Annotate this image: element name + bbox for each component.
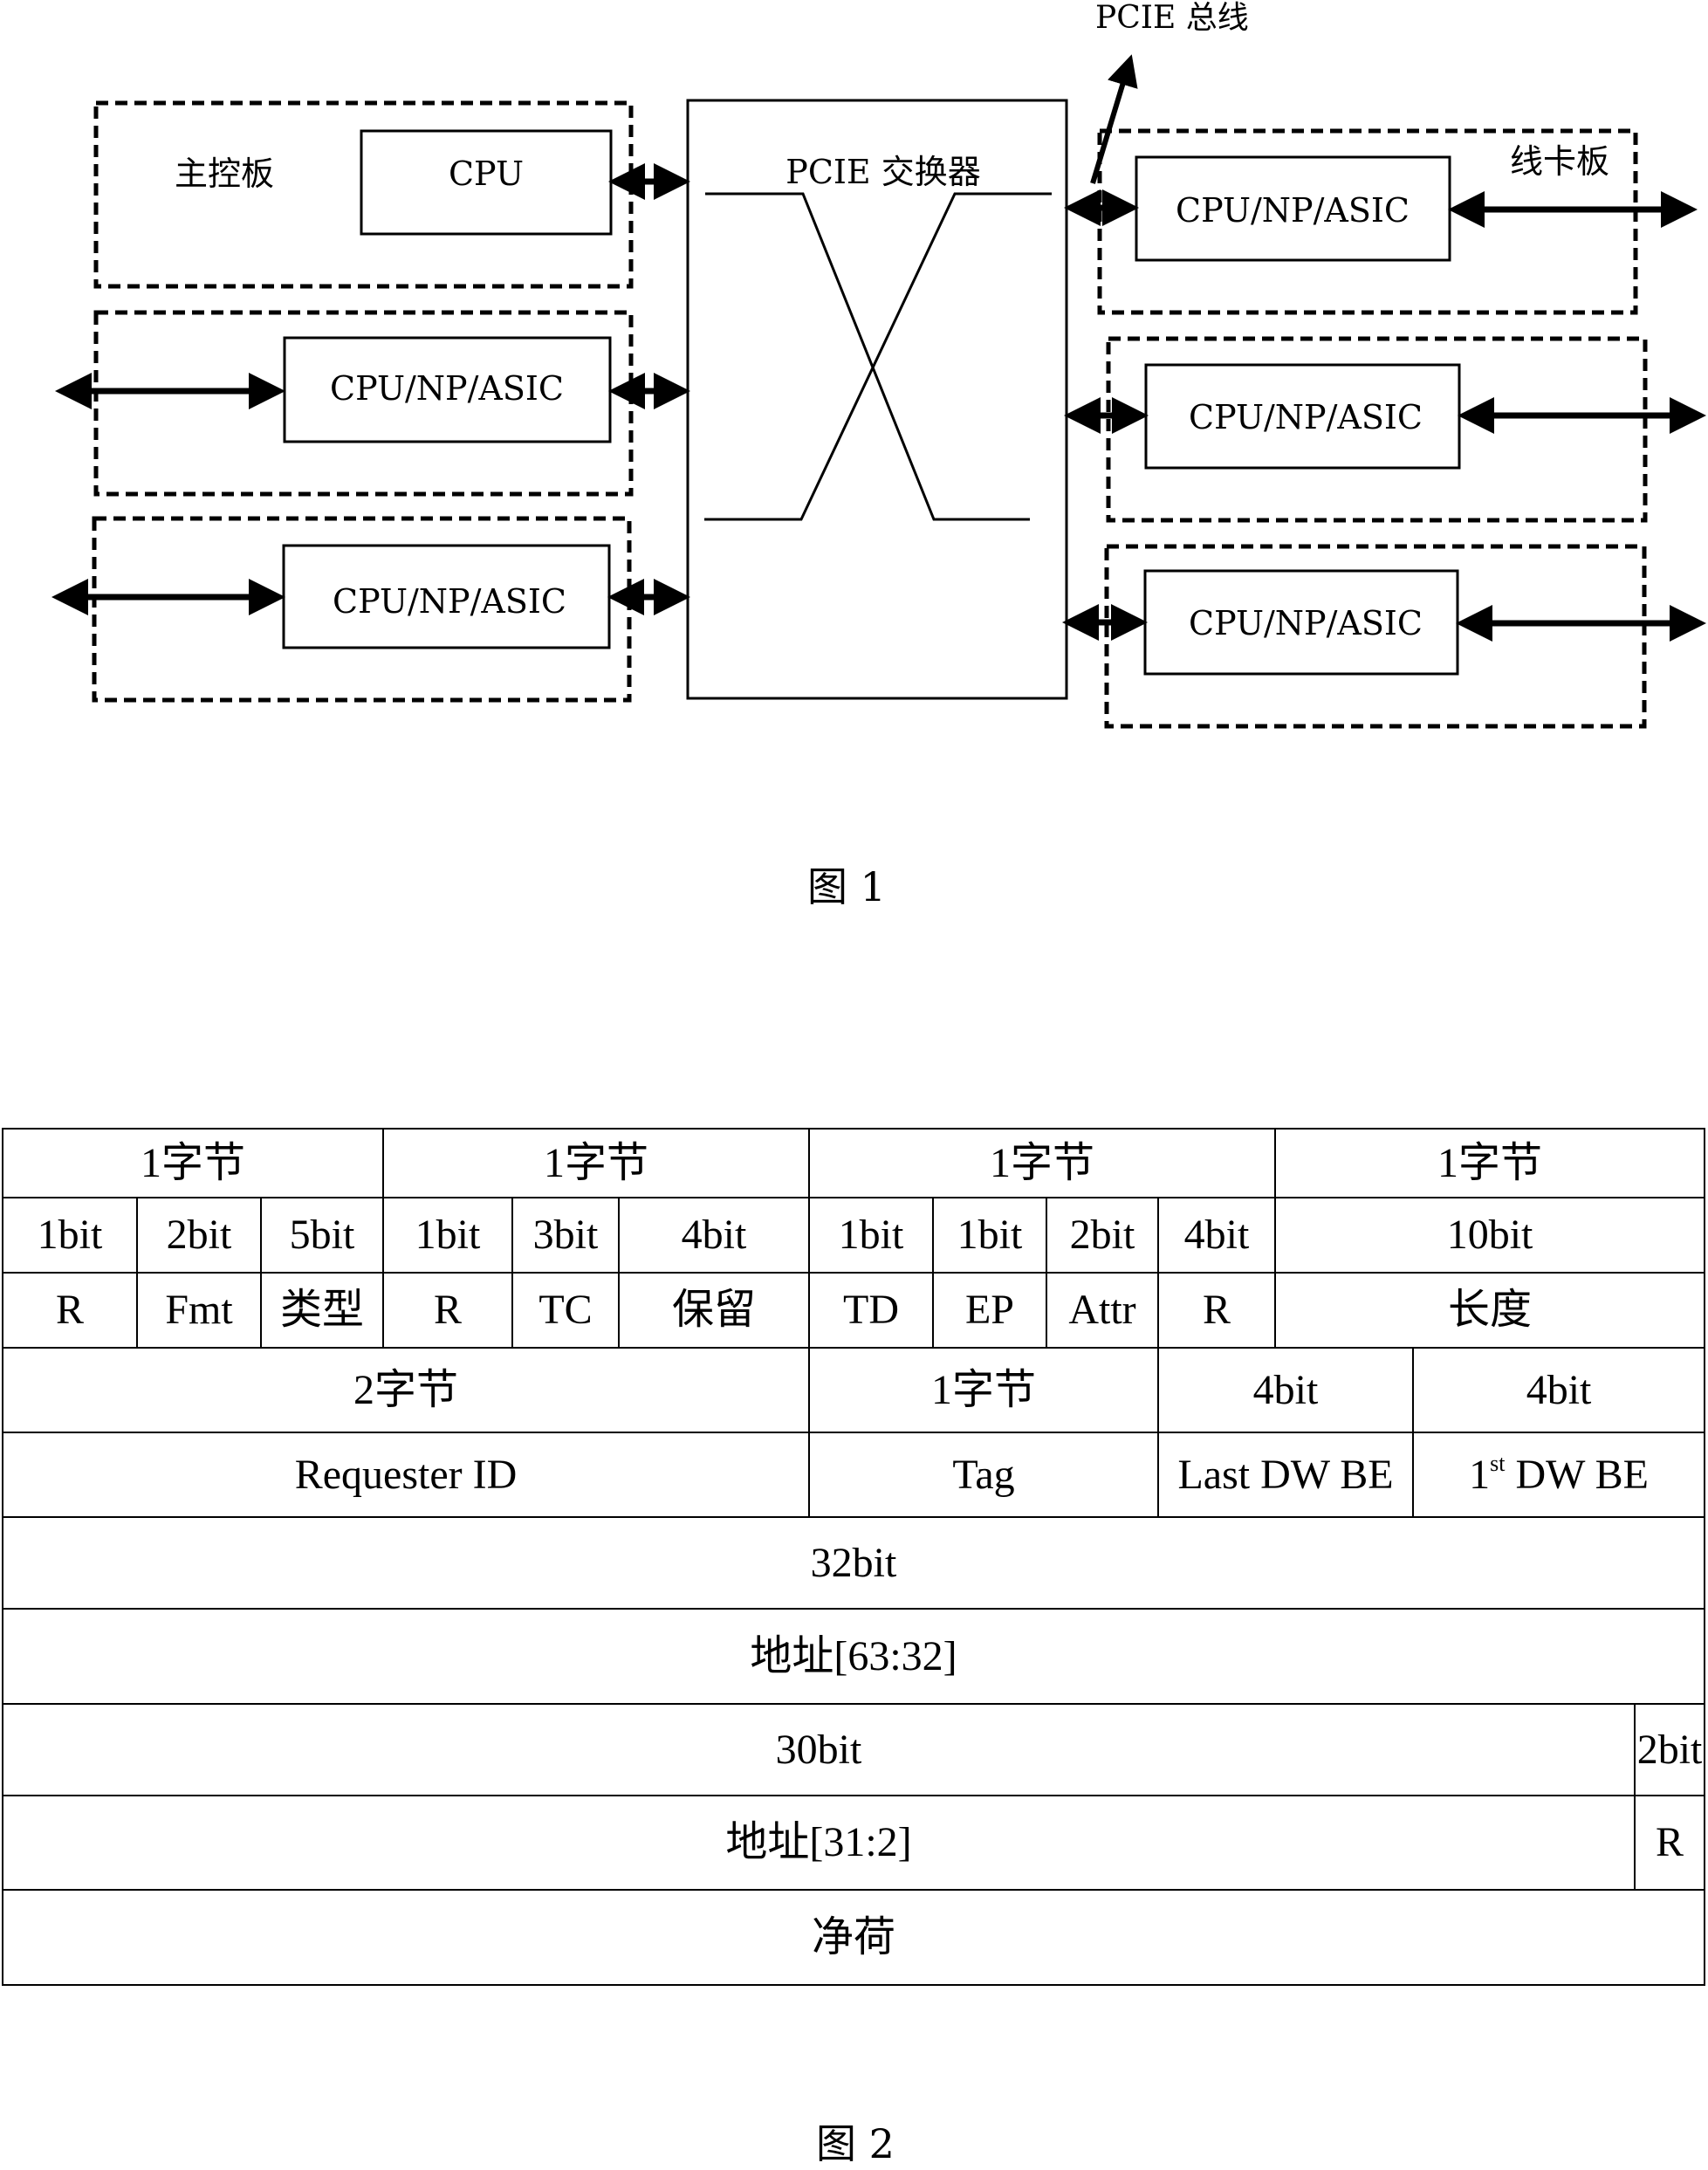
cell-byte-group-2: 1字节 <box>382 1128 810 1198</box>
cell-bits: 4bit <box>618 1197 810 1274</box>
cell-field: EP <box>932 1272 1047 1349</box>
cell-bits: 1bit <box>808 1197 934 1274</box>
cell-address-high: 地址[63:32] <box>1 1608 1706 1705</box>
cell-bits: 1bit <box>932 1197 1047 1274</box>
left-board-2: CPU/NP/ASIC <box>55 310 690 497</box>
switch-crossbar-line-2 <box>704 192 1052 521</box>
pcie-switch-label: PCIE 交换器 <box>785 153 980 191</box>
cell-bits: 10bit <box>1274 1197 1706 1274</box>
table-row-addr-low: 地址[31:2] R <box>1 1795 1706 1891</box>
cell-field: Fmt <box>136 1272 262 1349</box>
tlp-header-table-figure: 1字节 1字节 1字节 1字节 1bit 2bit 5bit 1bit 3bit… <box>1 1128 1706 1986</box>
table-row-field-names: R Fmt 类型 R TC 保留 TD EP Attr R 长度 <box>2 1272 1706 1349</box>
cell-tag: Tag <box>808 1432 1159 1518</box>
left-chip-2-label: CPU/NP/ASIC <box>330 369 564 408</box>
cell-field: Attr <box>1046 1272 1159 1349</box>
cell-size: 1字节 <box>808 1347 1159 1433</box>
table-row-payload: 净荷 <box>1 1889 1706 1986</box>
cell-field: 保留 <box>618 1272 810 1349</box>
cell-bits: 2bit <box>1046 1197 1159 1274</box>
cell-field: 长度 <box>1274 1272 1706 1349</box>
right-chip-3-label: CPU/NP/ASIC <box>1189 604 1423 642</box>
pcie-bus-label: PCIE 总线 <box>1095 0 1249 36</box>
cell-byte-group-1: 1字节 <box>2 1128 384 1198</box>
main-cpu-label: CPU <box>449 155 524 193</box>
line-card-board-3: CPU/NP/ASIC <box>1062 544 1706 729</box>
cell-byte-group-4: 1字节 <box>1274 1128 1706 1198</box>
cell-first-dw-be: 1st DW BE <box>1412 1432 1706 1518</box>
cell-byte-group-3: 1字节 <box>807 1128 1277 1198</box>
cell-size: 4bit <box>1412 1347 1706 1433</box>
table-row-dw1-sizes: 2字节 1字节 4bit 4bit <box>2 1347 1706 1433</box>
main-board-label: 主控板 <box>175 155 274 193</box>
cell-size: 30bit <box>1 1703 1636 1796</box>
table-row-addr-low-size: 30bit 2bit <box>1 1703 1706 1796</box>
figure-2-caption: 图 2 <box>816 2120 895 2167</box>
first-dw-be-text: DW BE <box>1505 1451 1649 1498</box>
cell-size: 4bit <box>1156 1347 1415 1433</box>
cell-field: R <box>1156 1272 1277 1349</box>
cell-field: R <box>382 1272 513 1349</box>
table-row-byte-groups: 1字节 1字节 1字节 1字节 <box>2 1128 1706 1198</box>
cell-last-dw-be: Last DW BE <box>1156 1432 1415 1518</box>
cell-bits: 3bit <box>511 1197 620 1274</box>
line-card-board-2: CPU/NP/ASIC <box>1064 336 1706 523</box>
switch-crossbar-line-1 <box>705 192 1030 521</box>
figure-1-caption: 图 1 <box>807 863 886 910</box>
line-card-board-1: 线卡板 CPU/NP/ASIC <box>1064 128 1698 315</box>
cell-size: 2字节 <box>2 1347 810 1433</box>
table-row-addr-high: 地址[63:32] <box>1 1608 1706 1705</box>
cell-bits: 4bit <box>1156 1197 1277 1274</box>
first-dw-be-number: 1 <box>1469 1451 1491 1498</box>
table-row-addr-high-size: 32bit <box>1 1516 1706 1610</box>
figure-1-diagram: PCIE 总线 主控板 CPU CPU/NP/ASIC CPU/NP/ASIC … <box>51 0 1706 729</box>
cell-size: 32bit <box>1 1516 1706 1610</box>
main-control-board: 主控板 CPU <box>93 100 690 289</box>
cell-field: R <box>2 1272 138 1349</box>
cell-reserved: R <box>1634 1795 1706 1891</box>
pcie-switch: PCIE 交换器 <box>686 99 1068 700</box>
right-chip-1-label: CPU/NP/ASIC <box>1176 191 1410 230</box>
cell-bits: 5bit <box>260 1197 384 1274</box>
pcie-bus-pointer-arrow <box>1090 54 1138 184</box>
cell-size: 2bit <box>1634 1703 1706 1796</box>
cell-bits: 2bit <box>136 1197 262 1274</box>
cell-field: TD <box>808 1272 934 1349</box>
right-chip-2-label: CPU/NP/ASIC <box>1189 398 1423 436</box>
cell-requester-id: Requester ID <box>2 1432 810 1518</box>
cell-field: TC <box>511 1272 620 1349</box>
cell-bits: 1bit <box>382 1197 513 1274</box>
left-board-3: CPU/NP/ASIC <box>51 516 690 703</box>
tlp-header-table: 1字节 1字节 1字节 1字节 1bit 2bit 5bit 1bit 3bit… <box>1 1128 1706 1986</box>
first-dw-be-superscript: st <box>1490 1450 1506 1476</box>
cell-field: 类型 <box>260 1272 384 1349</box>
line-card-label: 线卡板 <box>1510 142 1609 181</box>
left-chip-3-label: CPU/NP/ASIC <box>333 582 566 621</box>
cell-bits: 1bit <box>2 1197 138 1274</box>
table-row-dw1-fields: Requester ID Tag Last DW BE 1st DW BE <box>2 1432 1706 1518</box>
cell-payload: 净荷 <box>1 1889 1706 1986</box>
cell-address-low: 地址[31:2] <box>1 1795 1636 1891</box>
table-row-bit-widths: 1bit 2bit 5bit 1bit 3bit 4bit 1bit 1bit … <box>2 1197 1706 1274</box>
